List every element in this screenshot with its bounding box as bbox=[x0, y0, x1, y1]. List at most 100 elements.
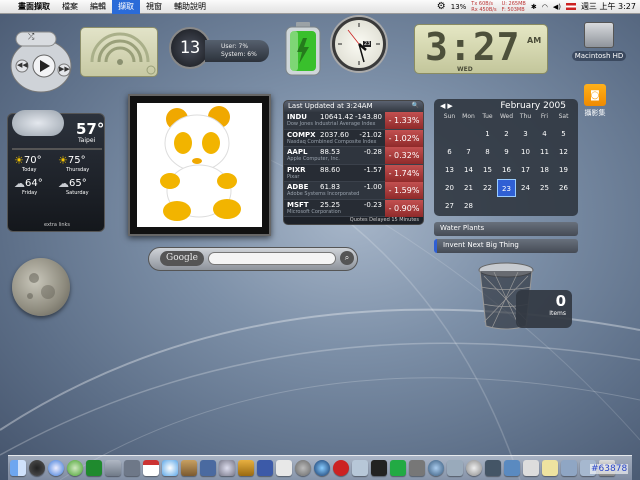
calendar-day[interactable]: 28 bbox=[459, 197, 478, 215]
quicktime-icon[interactable] bbox=[314, 460, 330, 476]
iphoto-icon[interactable] bbox=[181, 460, 197, 476]
sherlock-icon[interactable] bbox=[447, 460, 463, 476]
todo-item[interactable]: Water Plants bbox=[434, 222, 578, 236]
calendar-day[interactable]: 14 bbox=[459, 161, 478, 179]
stock-price: 2037.60 bbox=[320, 130, 349, 139]
calendar-day[interactable]: 17 bbox=[516, 161, 535, 179]
desktop-folder-photos[interactable]: ◙ 攝影集 bbox=[580, 84, 610, 118]
idvd-icon[interactable] bbox=[219, 460, 235, 476]
ichat-icon[interactable] bbox=[67, 460, 83, 476]
font-book-icon[interactable] bbox=[523, 460, 539, 476]
shuffle-icon[interactable]: ⤮ bbox=[28, 32, 34, 42]
next-button[interactable]: ▶▶ bbox=[59, 65, 70, 73]
grapher-icon[interactable] bbox=[504, 460, 520, 476]
calendar-day[interactable]: 13 bbox=[440, 161, 459, 179]
documents-folder-icon[interactable] bbox=[561, 460, 577, 476]
flag-icon[interactable] bbox=[565, 3, 576, 10]
network-icon[interactable] bbox=[428, 460, 444, 476]
menu-item-file[interactable]: 檔案 bbox=[56, 0, 84, 14]
calendar-today[interactable]: 23 bbox=[497, 179, 516, 197]
calendar-day[interactable]: 3 bbox=[516, 125, 535, 143]
search-icon[interactable]: 🔍 bbox=[412, 102, 419, 111]
stock-row[interactable]: MSFT 25.25 -0.23 Microsoft Corporation - 0.9… bbox=[284, 199, 423, 217]
weather-extra-links[interactable]: extra links bbox=[8, 222, 106, 228]
volume-icon[interactable]: ◀) bbox=[553, 3, 561, 11]
menubar-clock[interactable]: 週三 上午 3:27 bbox=[581, 1, 636, 12]
mail-icon[interactable] bbox=[105, 460, 121, 476]
calendar-day[interactable]: 15 bbox=[478, 161, 497, 179]
apple-menu-icon[interactable] bbox=[0, 0, 12, 14]
prev-month-button[interactable]: ◀ bbox=[440, 102, 445, 110]
image-capture-icon[interactable] bbox=[485, 460, 501, 476]
todo-item[interactable]: Invent Next Big Thing bbox=[434, 239, 578, 253]
facetime-icon[interactable] bbox=[124, 460, 140, 476]
menu-item-capture[interactable]: 擷取 bbox=[112, 0, 140, 14]
calendar-day bbox=[440, 125, 459, 143]
play-button[interactable] bbox=[35, 55, 53, 77]
address-book-icon[interactable] bbox=[86, 460, 102, 476]
console-icon[interactable] bbox=[409, 460, 425, 476]
bluetooth-icon[interactable]: ✱ bbox=[531, 3, 537, 11]
calendar-day[interactable]: 11 bbox=[535, 143, 554, 161]
calendar-day[interactable]: 10 bbox=[516, 143, 535, 161]
calendar-day[interactable]: 26 bbox=[554, 179, 573, 197]
stock-change: -1.57 bbox=[363, 165, 382, 174]
imovie-icon[interactable] bbox=[200, 460, 216, 476]
dashboard-icon[interactable] bbox=[29, 460, 45, 476]
textedit-icon[interactable] bbox=[276, 460, 292, 476]
system-preferences-icon[interactable] bbox=[295, 460, 311, 476]
calendar-day[interactable]: 4 bbox=[535, 125, 554, 143]
calendar-day[interactable]: 2 bbox=[497, 125, 516, 143]
hard-drive-icon[interactable]: Macintosh HD bbox=[568, 22, 630, 66]
menu-item-edit[interactable]: 編輯 bbox=[84, 0, 112, 14]
forecast-day-label: Thursday bbox=[66, 167, 90, 173]
ical-icon[interactable] bbox=[143, 460, 159, 476]
wifi-icon[interactable]: ◠ bbox=[542, 3, 548, 11]
calendar-day[interactable]: 7 bbox=[459, 143, 478, 161]
calendar-day[interactable]: 21 bbox=[459, 179, 478, 197]
dictionary-icon[interactable] bbox=[333, 460, 349, 476]
menu-item-help[interactable]: 輔助說明 bbox=[168, 0, 212, 14]
next-month-button[interactable]: ▶ bbox=[447, 102, 452, 110]
stock-change: -143.80 bbox=[354, 113, 382, 121]
desktop-folder-label: 攝影集 bbox=[584, 109, 606, 117]
calendar-day[interactable]: 6 bbox=[440, 143, 459, 161]
stock-row[interactable]: PIXR 88.60 -1.57 Pixar - 1.74% bbox=[284, 164, 423, 182]
previous-button[interactable]: ◀◀ bbox=[17, 61, 28, 69]
calendar-day[interactable]: 16 bbox=[497, 161, 516, 179]
finder-icon[interactable] bbox=[10, 460, 26, 476]
google-search-input[interactable] bbox=[208, 252, 336, 265]
stock-row[interactable]: ADBE 61.83 -1.00 Adobe Systems Incorporated… bbox=[284, 182, 423, 200]
itunes-icon[interactable] bbox=[162, 460, 178, 476]
stickies-icon[interactable] bbox=[542, 460, 558, 476]
calendar-day[interactable]: 12 bbox=[554, 143, 573, 161]
calendar-day[interactable]: 1 bbox=[478, 125, 497, 143]
stock-row[interactable]: COMPX 2037.60 -21.02 Nasdaq Combined Compos… bbox=[284, 129, 423, 147]
menu-item-window[interactable]: 視窗 bbox=[140, 0, 168, 14]
calendar-day[interactable]: 22 bbox=[478, 179, 497, 197]
calendar-day[interactable]: 5 bbox=[554, 125, 573, 143]
calendar-day[interactable]: 25 bbox=[535, 179, 554, 197]
calendar-day[interactable]: 27 bbox=[440, 197, 459, 215]
safari-icon[interactable] bbox=[48, 460, 64, 476]
picture-frame-widget bbox=[128, 94, 271, 236]
stock-row[interactable]: INDU 10641.42 -143.80 Dow Jones Industrial … bbox=[284, 112, 423, 130]
search-icon[interactable]: ⌕ bbox=[340, 251, 354, 265]
disk-utility-icon[interactable] bbox=[466, 460, 482, 476]
forecast-grid: ☀ 70° Today ☀ 75° Thursday ☁ 64° Friday ☁ 65… bbox=[14, 154, 102, 196]
calendar-day[interactable]: 9 bbox=[497, 143, 516, 161]
stock-price: 88.60 bbox=[320, 165, 341, 174]
calendar-day[interactable]: 19 bbox=[554, 161, 573, 179]
preview-icon[interactable] bbox=[352, 460, 368, 476]
stock-row[interactable]: AAPL 88.53 -0.28 Apple Computer, Inc. - 0.32… bbox=[284, 147, 423, 165]
calendar-day[interactable]: 18 bbox=[535, 161, 554, 179]
calendar-day[interactable]: 8 bbox=[478, 143, 497, 161]
garageband-icon[interactable] bbox=[238, 460, 254, 476]
calendar-day[interactable]: 20 bbox=[440, 179, 459, 197]
gear-icon[interactable]: ⚙ bbox=[437, 1, 446, 12]
terminal-icon[interactable] bbox=[371, 460, 387, 476]
activity-monitor-icon[interactable] bbox=[390, 460, 406, 476]
menu-item-app[interactable]: 畫面擷取 bbox=[12, 0, 56, 14]
keynote-icon[interactable] bbox=[257, 460, 273, 476]
calendar-day[interactable]: 24 bbox=[516, 179, 535, 197]
